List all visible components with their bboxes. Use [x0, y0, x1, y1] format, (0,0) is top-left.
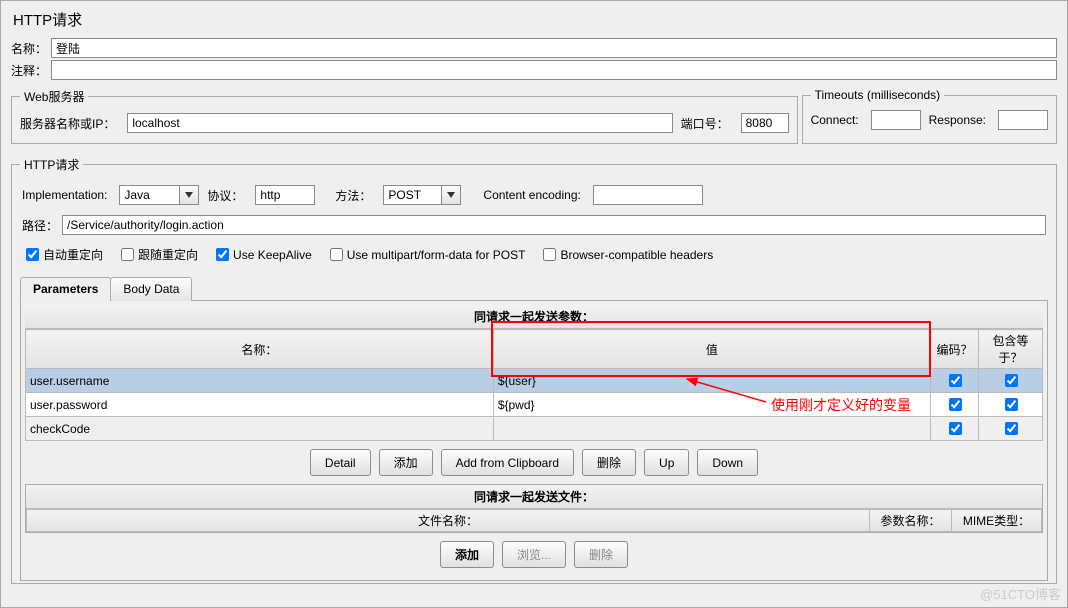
response-label: Response:	[929, 113, 986, 127]
col-name[interactable]: 名称：	[26, 330, 494, 369]
content-encoding-label: Content encoding:	[483, 188, 580, 202]
browse-button[interactable]: 浏览...	[502, 541, 566, 568]
encode-checkbox[interactable]	[949, 374, 962, 387]
page-title: HTTP请求	[11, 5, 1057, 36]
web-server-fieldset: Web服务器 服务器名称或IP： 端口号：	[11, 88, 798, 144]
keepalive-checkbox[interactable]: Use KeepAlive	[212, 245, 312, 264]
params-table: 名称： 值 编码？ 包含等于？ user.username ${user} us	[25, 329, 1043, 441]
method-label: 方法：	[335, 187, 371, 204]
detail-button[interactable]: Detail	[310, 449, 371, 476]
implementation-dropdown-icon[interactable]	[179, 185, 199, 205]
tab-parameters[interactable]: Parameters	[20, 277, 111, 301]
include-equals-checkbox[interactable]	[1005, 398, 1018, 411]
files-title: 同请求一起发送文件：	[26, 485, 1042, 509]
multipart-checkbox[interactable]: Use multipart/form-data for POST	[326, 245, 526, 264]
protocol-label: 协议：	[207, 187, 243, 204]
annotation-text: 使用刚才定义好的变量	[771, 395, 911, 415]
add-button[interactable]: 添加	[379, 449, 433, 476]
col-value[interactable]: 值	[493, 330, 930, 369]
timeouts-fieldset: Timeouts (milliseconds) Connect: Respons…	[802, 88, 1057, 144]
col-include-equals[interactable]: 包含等于？	[979, 330, 1043, 369]
col-mime[interactable]: MIME类型：	[952, 510, 1042, 532]
http-request-fieldset: HTTP请求 Implementation: 协议： 方法： Content e…	[11, 156, 1057, 584]
method-dropdown-icon[interactable]	[441, 185, 461, 205]
col-encode[interactable]: 编码？	[931, 330, 979, 369]
browser-compat-checkbox[interactable]: Browser-compatible headers	[539, 245, 713, 264]
params-title: 同请求一起发送参数：	[25, 305, 1043, 329]
auto-redirect-checkbox[interactable]: 自动重定向	[22, 245, 103, 264]
name-label: 名称：	[11, 40, 47, 57]
follow-redirect-checkbox[interactable]: 跟随重定向	[117, 245, 198, 264]
add-from-clipboard-button[interactable]: Add from Clipboard	[441, 449, 574, 476]
include-equals-checkbox[interactable]	[1005, 422, 1018, 435]
watermark: @51CTO博客	[980, 584, 1061, 603]
table-row[interactable]: checkCode	[26, 417, 1043, 441]
port-label: 端口号：	[681, 115, 729, 132]
web-server-legend: Web服务器	[20, 88, 88, 105]
delete-button[interactable]: 删除	[582, 449, 636, 476]
content-encoding-input[interactable]	[593, 185, 703, 205]
connect-input[interactable]	[871, 110, 921, 130]
col-paramname[interactable]: 参数名称：	[870, 510, 952, 532]
timeouts-legend: Timeouts (milliseconds)	[811, 88, 945, 102]
encode-checkbox[interactable]	[949, 422, 962, 435]
path-label: 路径：	[22, 217, 58, 234]
comment-input[interactable]	[51, 60, 1057, 80]
comment-label: 注释：	[11, 62, 47, 79]
port-input[interactable]	[741, 113, 789, 133]
delete-file-button[interactable]: 删除	[574, 541, 628, 568]
col-filename[interactable]: 文件名称：	[27, 510, 870, 532]
down-button[interactable]: Down	[697, 449, 758, 476]
encode-checkbox[interactable]	[949, 398, 962, 411]
response-input[interactable]	[998, 110, 1048, 130]
implementation-label: Implementation:	[22, 188, 107, 202]
table-row[interactable]: user.username ${user}	[26, 369, 1043, 393]
server-ip-input[interactable]	[127, 113, 672, 133]
tab-body-data[interactable]: Body Data	[110, 277, 192, 301]
connect-label: Connect:	[811, 113, 859, 127]
add-file-button[interactable]: 添加	[440, 541, 494, 568]
http-request-legend: HTTP请求	[20, 156, 83, 173]
implementation-select[interactable]	[119, 185, 179, 205]
path-input[interactable]	[62, 215, 1046, 235]
name-input[interactable]	[51, 38, 1057, 58]
up-button[interactable]: Up	[644, 449, 689, 476]
protocol-input[interactable]	[255, 185, 315, 205]
server-ip-label: 服务器名称或IP：	[20, 115, 115, 132]
method-select[interactable]	[383, 185, 441, 205]
include-equals-checkbox[interactable]	[1005, 374, 1018, 387]
